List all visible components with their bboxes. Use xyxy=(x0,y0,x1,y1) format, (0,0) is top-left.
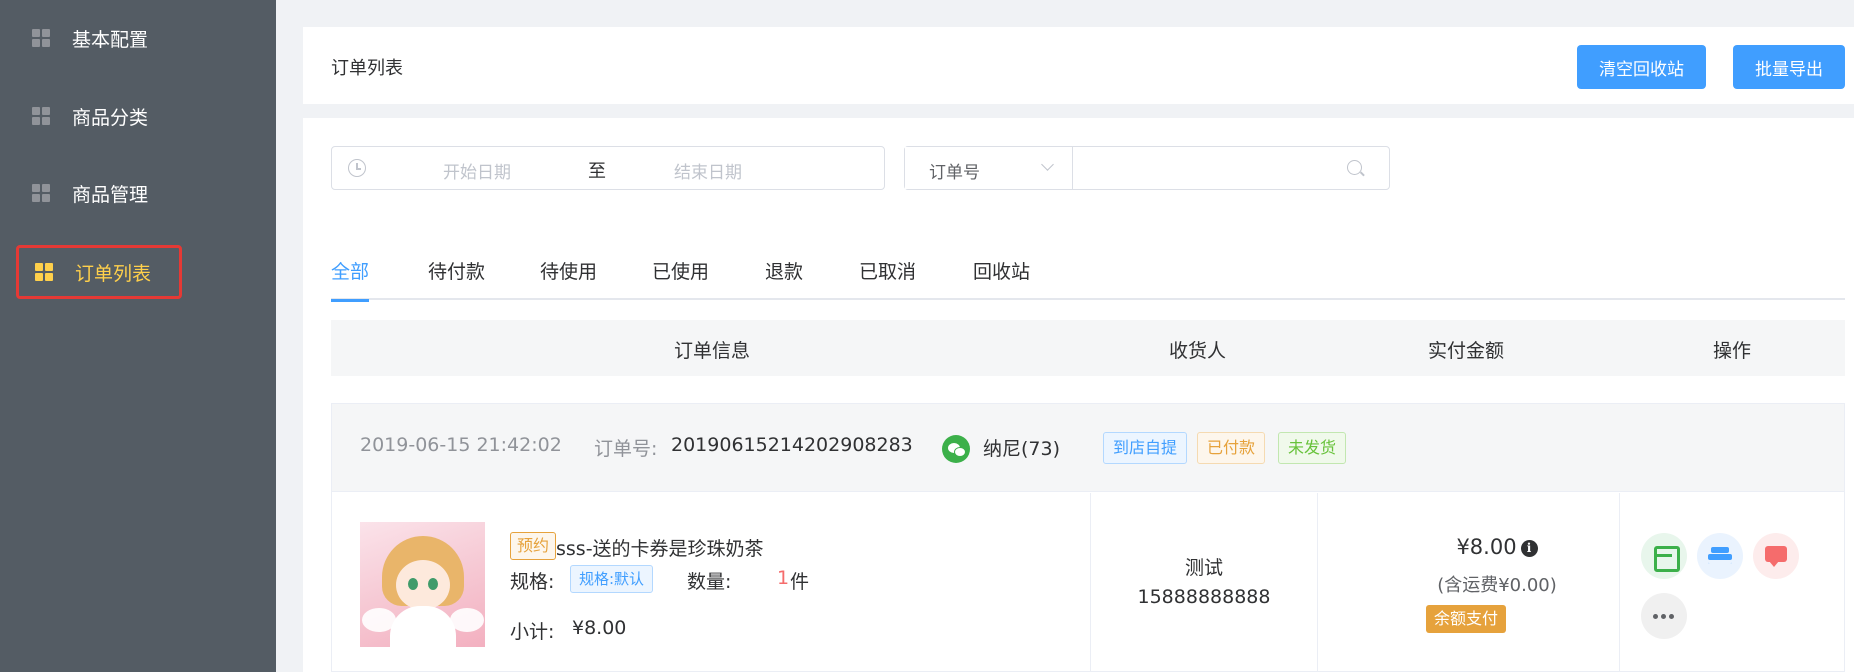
column-divider xyxy=(1317,493,1318,672)
buyer-name: 纳尼(73) xyxy=(983,438,1061,460)
grid-icon xyxy=(32,184,50,202)
search-icon[interactable] xyxy=(1347,160,1362,175)
grid-icon xyxy=(32,29,50,47)
sidebar-item-label: 订单列表 xyxy=(75,262,152,285)
grid-icon xyxy=(32,107,50,125)
receiver-phone: 15888888888 xyxy=(1137,586,1271,608)
sidebar-item-product-management[interactable]: 商品管理 xyxy=(16,166,180,220)
table-header: 订单信息 收货人 实付金额 操作 xyxy=(331,320,1845,376)
grid-icon xyxy=(35,263,53,281)
paid-amount-value: ¥8.00 xyxy=(1456,535,1517,559)
sidebar-item-basic-config[interactable]: 基本配置 xyxy=(16,11,180,65)
sidebar-item-label: 商品管理 xyxy=(72,183,149,206)
product-thumbnail[interactable] xyxy=(360,522,485,647)
batch-export-button[interactable]: 批量导出 xyxy=(1733,45,1845,89)
tab-pending-payment[interactable]: 待付款 xyxy=(428,254,485,300)
quantity-value: 1 xyxy=(777,567,790,589)
subtotal-value: ¥8.00 xyxy=(572,617,627,639)
start-date-input[interactable]: 开始日期 xyxy=(443,158,511,183)
sidebar-item-label: 基本配置 xyxy=(72,28,149,51)
tab-cancelled[interactable]: 已取消 xyxy=(859,254,916,300)
range-separator: 至 xyxy=(588,161,606,182)
order-row-body: 预约 sss-送的卡券是珍珠奶茶 规格: 规格:默认 数量: 1 件 小计: ¥… xyxy=(332,493,1844,672)
order-no-label: 订单号: xyxy=(594,438,658,460)
quantity-unit: 件 xyxy=(790,571,810,593)
paid-amount: ¥8.00 i xyxy=(1422,535,1572,559)
tag-store-pickup: 到店自提 xyxy=(1103,432,1188,464)
tab-recycle-bin[interactable]: 回收站 xyxy=(973,254,1030,300)
message-icon[interactable] xyxy=(1753,533,1799,579)
clock-icon xyxy=(348,159,366,177)
receiver-name: 测试 xyxy=(1184,557,1223,579)
page-header: 订单列表 清空回收站 批量导出 xyxy=(303,27,1854,104)
more-icon[interactable] xyxy=(1641,593,1687,639)
spec-tag: 规格:默认 xyxy=(570,565,654,593)
quantity-label: 数量: xyxy=(687,571,732,593)
order-no: 20190615214202908283 xyxy=(671,434,913,456)
tag-paid: 已付款 xyxy=(1197,432,1266,464)
sidebar-item-product-category[interactable]: 商品分类 xyxy=(16,89,180,143)
info-icon[interactable]: i xyxy=(1520,540,1538,557)
page-title: 订单列表 xyxy=(331,58,403,79)
main-content: 开始日期 至 结束日期 订单号 全部 待付款 待使用 已使用 退款 已取消 回收… xyxy=(303,118,1854,672)
sidebar: 基本配置 商品分类 商品管理 订单列表 xyxy=(0,0,276,672)
sidebar-item-order-list[interactable]: 订单列表 xyxy=(16,245,182,299)
column-receiver: 收货人 xyxy=(1169,340,1227,362)
column-divider xyxy=(1619,493,1620,672)
order-row-header: 2019-06-15 21:42:02 订单号: 201906152142029… xyxy=(332,404,1844,492)
spec-label: 规格: xyxy=(510,571,555,593)
chevron-down-icon xyxy=(1041,158,1054,171)
tab-refund[interactable]: 退款 xyxy=(765,254,803,300)
scan-verify-icon[interactable] xyxy=(1641,533,1687,579)
wechat-icon xyxy=(942,435,970,463)
clear-recycle-bin-button[interactable]: 清空回收站 xyxy=(1577,45,1706,89)
tab-used[interactable]: 已使用 xyxy=(652,254,709,300)
order-search: 订单号 xyxy=(904,146,1390,190)
tab-pending-use[interactable]: 待使用 xyxy=(540,254,597,300)
order-time: 2019-06-15 21:42:02 xyxy=(360,434,562,456)
subtotal-label: 小计: xyxy=(510,621,555,643)
tab-all[interactable]: 全部 xyxy=(331,254,370,302)
tag-not-shipped: 未发货 xyxy=(1278,432,1347,464)
date-range-picker[interactable]: 开始日期 至 结束日期 xyxy=(331,146,885,190)
search-type-select[interactable]: 订单号 xyxy=(905,147,1073,189)
column-paid-amount: 实付金额 xyxy=(1428,340,1505,362)
product-name: sss-送的卡券是珍珠奶茶 xyxy=(556,538,764,560)
column-actions: 操作 xyxy=(1713,340,1752,362)
payment-method-badge: 余额支付 xyxy=(1426,605,1507,633)
print-icon[interactable] xyxy=(1697,533,1743,579)
column-order-info: 订单信息 xyxy=(674,340,751,362)
order-row: 2019-06-15 21:42:02 订单号: 201906152142029… xyxy=(331,403,1845,672)
shipping-fee: (含运费¥0.00) xyxy=(1437,575,1557,596)
order-status-tabs: 全部 待付款 待使用 已使用 退款 已取消 回收站 xyxy=(331,254,1845,302)
column-divider xyxy=(1090,493,1091,672)
reservation-badge: 预约 xyxy=(510,532,557,560)
sidebar-item-label: 商品分类 xyxy=(72,106,149,129)
end-date-input[interactable]: 结束日期 xyxy=(674,158,742,183)
search-type-value: 订单号 xyxy=(929,163,980,183)
